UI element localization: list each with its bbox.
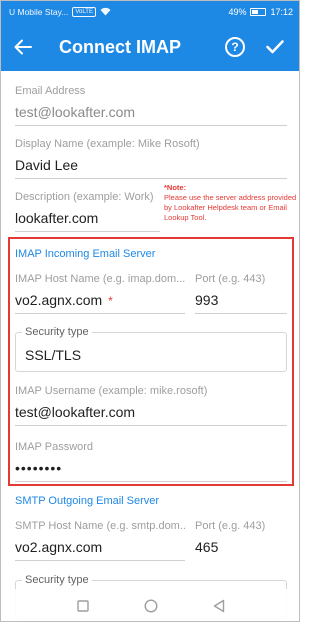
display-name-label: Display Name (example: Mike Rosoft) <box>15 138 200 150</box>
imap-username-field[interactable]: IMAP Username (example: mike.rosoft) tes… <box>15 385 287 426</box>
clock: 17:12 <box>270 7 293 17</box>
note-text: Please use the server address provided b… <box>164 193 297 222</box>
screen: U Mobile Stay... VoLTE 49% 17:12 Connect… <box>0 0 300 622</box>
carrier-name: U Mobile Stay... <box>9 7 69 17</box>
imap-host-input[interactable]: vo2.agnx.com * <box>15 292 185 314</box>
imap-password-input[interactable]: •••••••• <box>15 460 287 482</box>
checkmark-icon <box>266 40 284 54</box>
required-marker: * <box>108 294 113 308</box>
smtp-security-type-label: Security type <box>22 574 92 586</box>
email-input[interactable]: test@lookafter.com <box>15 104 287 126</box>
imap-password-field[interactable]: IMAP Password •••••••• <box>15 441 287 482</box>
battery-icon <box>250 8 267 16</box>
imap-username-input[interactable]: test@lookafter.com <box>15 404 287 426</box>
server-note: *Note: Please use the server address pro… <box>164 183 299 223</box>
security-type-label: Security type <box>22 326 92 338</box>
help-button[interactable]: ? <box>225 37 245 57</box>
volte-badge: VoLTE <box>72 7 96 17</box>
imap-host-value: vo2.agnx.com <box>15 292 103 308</box>
imap-port-input[interactable]: 993 <box>195 292 287 314</box>
nav-back-button[interactable] <box>209 596 229 616</box>
display-name-input[interactable]: David Lee <box>15 157 287 179</box>
imap-username-label: IMAP Username (example: mike.rosoft) <box>15 385 208 397</box>
imap-password-label: IMAP Password <box>15 441 94 453</box>
page-title: Connect IMAP <box>59 36 182 57</box>
description-field[interactable]: Description (example: Work) lookafter.co… <box>15 191 160 232</box>
outgoing-section-title: SMTP Outgoing Email Server <box>15 495 160 507</box>
imap-port-field[interactable]: Port (e.g. 443) 993 <box>195 273 287 314</box>
smtp-host-label: SMTP Host Name (e.g. smtp.dom...) <box>15 520 185 532</box>
recents-button[interactable] <box>73 596 93 616</box>
imap-port-label: Port (e.g. 443) <box>195 273 266 285</box>
app-bar: Connect IMAP ? <box>1 23 299 71</box>
security-type-value: SSL/TLS <box>25 347 82 363</box>
square-icon <box>77 600 89 612</box>
email-label: Email Address <box>15 85 86 97</box>
arrow-left-icon <box>14 39 32 55</box>
home-button[interactable] <box>141 596 161 616</box>
system-nav-bar <box>1 589 299 621</box>
smtp-port-field[interactable]: Port (e.g. 443) 465 <box>195 520 287 560</box>
imap-host-field[interactable]: IMAP Host Name (e.g. imap.dom...) vo2.ag… <box>15 273 185 314</box>
save-button[interactable] <box>263 35 287 59</box>
back-button[interactable] <box>1 23 45 71</box>
circle-icon <box>144 599 158 613</box>
smtp-host-input[interactable]: vo2.agnx.com <box>15 539 185 561</box>
email-field[interactable]: Email Address test@lookafter.com <box>15 85 287 126</box>
note-title: *Note: <box>164 183 187 192</box>
security-type-select[interactable]: Security type SSL/TLS <box>15 326 287 372</box>
description-label: Description (example: Work) <box>15 191 154 203</box>
battery-percent: 49% <box>228 7 247 17</box>
wifi-icon <box>100 7 111 18</box>
status-bar: U Mobile Stay... VoLTE 49% 17:12 <box>1 1 299 23</box>
incoming-section-title: IMAP Incoming Email Server <box>15 248 156 260</box>
description-input[interactable]: lookafter.com <box>15 210 160 232</box>
smtp-host-field[interactable]: SMTP Host Name (e.g. smtp.dom...) vo2.ag… <box>15 520 185 561</box>
triangle-back-icon <box>213 599 225 613</box>
display-name-field[interactable]: Display Name (example: Mike Rosoft) Davi… <box>15 138 287 179</box>
smtp-port-label: Port (e.g. 443) <box>195 520 266 532</box>
smtp-port-input[interactable]: 465 <box>195 539 287 560</box>
imap-host-label: IMAP Host Name (e.g. imap.dom...) <box>15 273 185 285</box>
